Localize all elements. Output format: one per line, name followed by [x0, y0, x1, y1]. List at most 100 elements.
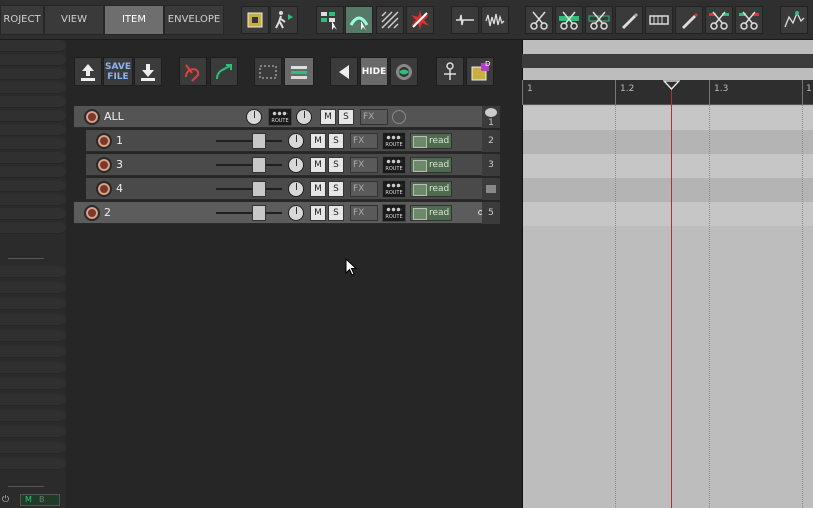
record-arm-button[interactable] — [96, 133, 112, 149]
volume-fader[interactable] — [252, 181, 266, 197]
mute-button[interactable]: M — [310, 157, 326, 173]
track-name[interactable]: 1 — [116, 134, 123, 147]
automation-mode-button[interactable]: read — [410, 181, 452, 197]
track-lane[interactable] — [523, 106, 813, 130]
walk-play-button[interactable] — [270, 6, 298, 34]
ruler-region-bar[interactable] — [522, 54, 813, 68]
grid-lines-button[interactable] — [376, 6, 404, 34]
track-row[interactable]: 3 M S FX ROUTE read — [86, 154, 482, 176]
pan-knob[interactable] — [288, 133, 304, 149]
solo-button[interactable]: S — [328, 133, 344, 149]
split-time-button[interactable] — [585, 6, 613, 34]
track-row-master[interactable]: ALL ROUTE M S FX — [74, 106, 482, 128]
pan-knob[interactable] — [288, 205, 304, 221]
volume-fader-track — [216, 164, 282, 166]
mute-button[interactable]: M — [310, 205, 326, 221]
solo-button[interactable]: S — [328, 181, 344, 197]
tab-envelope[interactable]: ENVELOPE — [164, 5, 224, 35]
volume-fader[interactable] — [252, 205, 266, 221]
collapse-button[interactable] — [330, 57, 358, 86]
save-file-button[interactable]: SAVE FILE — [103, 57, 133, 86]
track-row[interactable]: 4 M S FX ROUTE read — [86, 178, 482, 200]
track-row[interactable]: 1 M S FX ROUTE read — [86, 130, 482, 152]
tab-view[interactable]: VIEW — [44, 5, 104, 35]
import-button[interactable] — [74, 57, 102, 86]
select-all-button[interactable] — [254, 57, 282, 86]
pan-knob[interactable] — [288, 157, 304, 173]
playhead-marker-icon[interactable] — [663, 80, 680, 90]
phase-icon[interactable] — [392, 110, 406, 124]
track-name[interactable]: 3 — [116, 158, 123, 171]
fx-button[interactable]: FX — [350, 205, 378, 221]
tab-project[interactable]: ROJECT — [0, 5, 44, 35]
fx-chain-button[interactable] — [436, 57, 464, 86]
burst-icon — [411, 11, 429, 29]
fx-button[interactable]: FX — [360, 109, 388, 125]
visibility-button[interactable] — [390, 57, 418, 86]
volume-knob[interactable] — [246, 109, 262, 125]
automation-mode-button[interactable]: read — [410, 205, 452, 221]
download-button[interactable] — [134, 57, 162, 86]
item-icon-button[interactable] — [241, 6, 269, 34]
midi-status[interactable]: M B — [20, 494, 60, 506]
dynamic-split-button[interactable] — [481, 6, 509, 34]
tab-item[interactable]: ITEM — [104, 5, 164, 35]
crossfade-button[interactable] — [406, 6, 434, 34]
undo-route-button[interactable] — [179, 57, 207, 86]
track-name[interactable]: ALL — [104, 110, 124, 123]
power-icon[interactable]: ⏻ — [2, 495, 12, 505]
route-button[interactable]: ROUTE — [382, 204, 406, 222]
split-red-button[interactable] — [705, 6, 733, 34]
track-row-selected[interactable]: 2 M S FX ROUTE read — [74, 202, 483, 224]
split-select-button[interactable] — [555, 6, 583, 34]
grid-snap-button[interactable] — [316, 6, 344, 34]
fx-button[interactable]: FX — [350, 133, 378, 149]
track-name[interactable]: 4 — [116, 182, 123, 195]
track-list-button[interactable] — [284, 57, 314, 86]
volume-fader[interactable] — [252, 157, 266, 173]
record-arm-button[interactable] — [96, 157, 112, 173]
track-lane[interactable] — [523, 202, 813, 226]
pencil-tool-button[interactable] — [615, 6, 643, 34]
glue-button[interactable] — [645, 6, 673, 34]
record-arm-button[interactable] — [84, 205, 100, 221]
route-button[interactable]: ROUTE — [268, 108, 292, 126]
pan-knob[interactable] — [288, 181, 304, 197]
redo-route-button[interactable] — [210, 57, 238, 86]
triangle-left-icon — [339, 64, 349, 79]
solo-button[interactable]: S — [328, 157, 344, 173]
volume-fader[interactable] — [252, 133, 266, 149]
ripple-edit-button[interactable] — [345, 6, 373, 34]
edit-cursor[interactable] — [671, 86, 672, 508]
track-lane[interactable] — [523, 154, 813, 178]
hide-button[interactable]: HIDE — [360, 57, 388, 86]
strip-row — [0, 124, 66, 136]
fx-button[interactable]: FX — [350, 181, 378, 197]
tree-icon — [444, 61, 456, 80]
record-arm-button[interactable] — [96, 181, 112, 197]
split-red2-button[interactable] — [735, 6, 763, 34]
volume-fader-track — [216, 212, 282, 214]
track-lane[interactable] — [523, 178, 813, 202]
automation-mode-button[interactable]: read — [410, 133, 452, 149]
solo-button[interactable]: S — [338, 109, 354, 125]
d-item-button[interactable]: D — [466, 57, 494, 86]
pan-knob[interactable] — [296, 109, 312, 125]
automation-mode-button[interactable]: read — [410, 157, 452, 173]
route-button[interactable]: ROUTE — [382, 180, 406, 198]
solo-button[interactable]: S — [328, 205, 344, 221]
record-arm-button[interactable] — [84, 109, 100, 125]
mute-button[interactable]: M — [310, 181, 326, 197]
fx-button[interactable]: FX — [350, 157, 378, 173]
envelope-tool-button[interactable] — [780, 6, 808, 34]
track-name[interactable]: 2 — [104, 206, 111, 219]
pencil-red-button[interactable] — [675, 6, 703, 34]
track-lane[interactable] — [523, 130, 813, 154]
transient-button[interactable] — [451, 6, 479, 34]
split-button[interactable] — [525, 6, 553, 34]
mute-button[interactable]: M — [310, 133, 326, 149]
folder-icon[interactable] — [486, 185, 496, 193]
mute-button[interactable]: M — [320, 109, 336, 125]
route-button[interactable]: ROUTE — [382, 156, 406, 174]
route-button[interactable]: ROUTE — [382, 132, 406, 150]
